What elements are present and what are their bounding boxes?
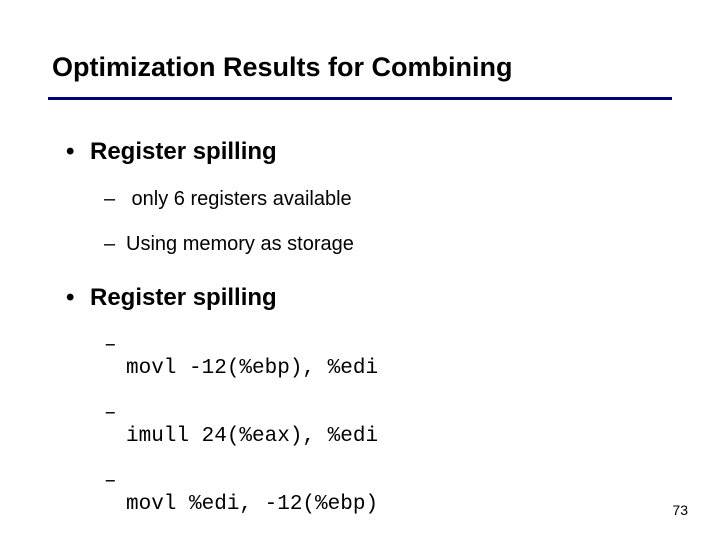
page-number: 73 bbox=[672, 502, 688, 518]
bullet-dot: • bbox=[66, 138, 90, 166]
code-line-3: – movl %edi, -12(%ebp) bbox=[104, 470, 672, 516]
bullet-1: •Register spilling bbox=[70, 138, 672, 166]
bullet-1-text: Register spilling bbox=[90, 138, 277, 165]
bullet-2-text: Register spilling bbox=[90, 284, 277, 311]
bullet-dash: – bbox=[104, 188, 126, 211]
code-3-text: movl %edi, -12(%ebp) bbox=[126, 493, 378, 516]
bullet-dash: – bbox=[104, 334, 126, 380]
code-2-text: imull 24(%eax), %edi bbox=[126, 425, 378, 448]
sub-1b: –Using memory as storage bbox=[104, 233, 672, 256]
code-1-text: movl -12(%ebp), %edi bbox=[126, 357, 378, 380]
code-line-2: – imull 24(%eax), %edi bbox=[104, 402, 672, 448]
sub-1a-text: only 6 registers available bbox=[126, 188, 352, 210]
bullet-dash: – bbox=[104, 233, 126, 256]
bullet-2: •Register spilling bbox=[70, 284, 672, 312]
bullet-dash: – bbox=[104, 402, 126, 448]
code-line-1: – movl -12(%ebp), %edi bbox=[104, 334, 672, 380]
sub-1a: – only 6 registers available bbox=[104, 188, 672, 211]
slide-title: Optimization Results for Combining bbox=[0, 0, 720, 83]
bullet-dash: – bbox=[104, 470, 126, 516]
sub-1b-text: Using memory as storage bbox=[126, 233, 354, 255]
bullet-dot: • bbox=[66, 284, 90, 312]
slide: Optimization Results for Combining •Regi… bbox=[0, 0, 720, 540]
slide-body: •Register spilling – only 6 registers av… bbox=[0, 100, 720, 516]
